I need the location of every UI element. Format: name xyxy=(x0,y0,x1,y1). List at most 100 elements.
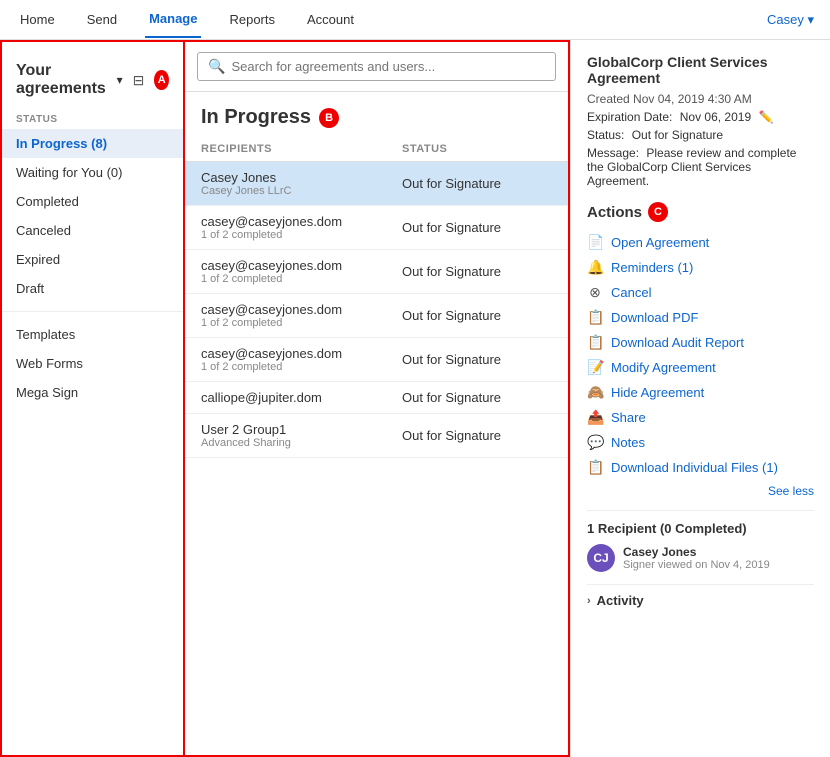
download-pdf-icon: 📋 xyxy=(587,309,603,326)
row-status: Out for Signature xyxy=(402,220,552,235)
right-panel: GlobalCorp Client Services Agreement Cre… xyxy=(570,40,830,757)
recipient-sub: Casey Jones LLrC xyxy=(201,185,402,197)
chevron-right-icon: › xyxy=(587,595,591,607)
recipient-name: casey@caseyjones.dom xyxy=(201,302,402,317)
table-row[interactable]: Casey Jones Casey Jones LLrC Out for Sig… xyxy=(185,162,568,206)
actions-title: Actions xyxy=(587,204,642,221)
user-menu[interactable]: Casey ▾ xyxy=(767,12,814,28)
main-container: Your agreements ▾ ⊟ A STATUS In Progress… xyxy=(0,40,830,757)
action-download-pdf[interactable]: 📋 Download PDF xyxy=(587,305,814,330)
reminders-icon: 🔔 xyxy=(587,259,603,276)
sidebar-item-waiting[interactable]: Waiting for You (0) xyxy=(2,158,183,187)
row-status: Out for Signature xyxy=(402,390,552,405)
search-input[interactable] xyxy=(231,59,545,74)
hide-agreement-icon: 🙈 xyxy=(587,384,603,401)
in-progress-title: In Progress xyxy=(201,106,311,129)
recipient-info: casey@caseyjones.dom 1 of 2 completed xyxy=(201,258,402,285)
notes-icon: 💬 xyxy=(587,434,603,451)
action-open-agreement[interactable]: 📄 Open Agreement xyxy=(587,230,814,255)
action-notes-label: Notes xyxy=(611,435,645,450)
sidebar-item-expired[interactable]: Expired xyxy=(2,245,183,274)
activity-header[interactable]: › Activity xyxy=(587,593,814,608)
status-meta: Status: Out for Signature xyxy=(587,128,814,142)
expiration-label: Expiration Date: xyxy=(587,110,672,124)
share-icon: 📤 xyxy=(587,409,603,426)
col-status-label: STATUS xyxy=(402,143,552,155)
filter-icon[interactable]: ⊟ xyxy=(133,72,145,89)
sidebar-item-in-progress[interactable]: In Progress (8) xyxy=(2,129,183,158)
sidebar-item-draft[interactable]: Draft xyxy=(2,274,183,303)
recipient-sub: 1 of 2 completed xyxy=(201,273,402,285)
nav-manage[interactable]: Manage xyxy=(145,1,201,38)
recipients-header: RECIPIENTS STATUS xyxy=(185,139,568,162)
nav-account[interactable]: Account xyxy=(303,2,358,37)
status-value: Out for Signature xyxy=(632,128,723,142)
modify-agreement-icon: 📝 xyxy=(587,359,603,376)
action-reminders[interactable]: 🔔 Reminders (1) xyxy=(587,255,814,280)
badge-c: C xyxy=(648,202,668,222)
sidebar-divider xyxy=(2,311,183,312)
action-cancel-label: Cancel xyxy=(611,285,651,300)
sidebar-item-web-forms[interactable]: Web Forms xyxy=(2,349,183,378)
action-download-individual[interactable]: 📋 Download Individual Files (1) xyxy=(587,455,814,480)
status-label: STATUS xyxy=(2,110,183,129)
sidebar-item-mega-sign[interactable]: Mega Sign xyxy=(2,378,183,407)
activity-section: › Activity xyxy=(587,584,814,608)
table-row[interactable]: casey@caseyjones.dom 1 of 2 completed Ou… xyxy=(185,250,568,294)
action-hide-agreement-label: Hide Agreement xyxy=(611,385,704,400)
table-row[interactable]: calliope@jupiter.dom Out for Signature xyxy=(185,382,568,414)
row-status: Out for Signature xyxy=(402,308,552,323)
nav-home[interactable]: Home xyxy=(16,2,59,37)
recipient-detail: Casey Jones Signer viewed on Nov 4, 2019 xyxy=(623,545,770,571)
table-row[interactable]: casey@caseyjones.dom 1 of 2 completed Ou… xyxy=(185,206,568,250)
nav-links: Home Send Manage Reports Account xyxy=(16,1,358,38)
table-row[interactable]: casey@caseyjones.dom 1 of 2 completed Ou… xyxy=(185,294,568,338)
sidebar-item-completed[interactable]: Completed xyxy=(2,187,183,216)
action-download-individual-label: Download Individual Files (1) xyxy=(611,460,778,475)
action-modify-agreement[interactable]: 📝 Modify Agreement xyxy=(587,355,814,380)
action-share-label: Share xyxy=(611,410,646,425)
action-notes[interactable]: 💬 Notes xyxy=(587,430,814,455)
expiration-value: Nov 06, 2019 xyxy=(680,110,751,124)
action-hide-agreement[interactable]: 🙈 Hide Agreement xyxy=(587,380,814,405)
row-status: Out for Signature xyxy=(402,264,552,279)
activity-label: Activity xyxy=(597,593,644,608)
dropdown-icon[interactable]: ▾ xyxy=(117,73,123,87)
badge-b: B xyxy=(319,108,339,128)
table-row[interactable]: casey@caseyjones.dom 1 of 2 completed Ou… xyxy=(185,338,568,382)
action-share[interactable]: 📤 Share xyxy=(587,405,814,430)
table-row[interactable]: User 2 Group1 Advanced Sharing Out for S… xyxy=(185,414,568,458)
action-download-audit[interactable]: 📋 Download Audit Report xyxy=(587,330,814,355)
search-bar[interactable]: 🔍 xyxy=(197,52,556,81)
search-bar-row: 🔍 xyxy=(185,42,568,92)
recipient-name: Casey Jones xyxy=(201,170,402,185)
recipient-info: casey@caseyjones.dom 1 of 2 completed xyxy=(201,214,402,241)
recipient-sub: Advanced Sharing xyxy=(201,437,402,449)
search-icon: 🔍 xyxy=(208,58,225,75)
action-download-audit-label: Download Audit Report xyxy=(611,335,744,350)
row-status: Out for Signature xyxy=(402,352,552,367)
action-cancel[interactable]: ⊗ Cancel xyxy=(587,280,814,305)
in-progress-panel: In Progress B RECIPIENTS STATUS Casey Jo… xyxy=(185,92,568,755)
edit-icon[interactable]: ✏️ xyxy=(758,110,773,124)
agreement-title: GlobalCorp Client Services Agreement xyxy=(587,54,814,86)
download-individual-icon: 📋 xyxy=(587,459,603,476)
message-meta: Message: Please review and complete the … xyxy=(587,146,814,188)
recipient-name: User 2 Group1 xyxy=(201,422,402,437)
message-label: Message: xyxy=(587,146,639,160)
sidebar-item-templates[interactable]: Templates xyxy=(2,320,183,349)
recipient-count: 1 Recipient (0 Completed) xyxy=(587,521,814,536)
recipient-date: Signer viewed on Nov 4, 2019 xyxy=(623,559,770,571)
center-panel: 🔍 In Progress B RECIPIENTS STATUS Casey … xyxy=(185,40,570,757)
sidebar-title: Your agreements xyxy=(16,62,111,98)
in-progress-header: In Progress B xyxy=(185,92,568,139)
recipient-sub: 1 of 2 completed xyxy=(201,229,402,241)
nav-send[interactable]: Send xyxy=(83,2,121,37)
sidebar-item-canceled[interactable]: Canceled xyxy=(2,216,183,245)
recipient-info: User 2 Group1 Advanced Sharing xyxy=(201,422,402,449)
action-open-agreement-label: Open Agreement xyxy=(611,235,709,250)
action-modify-agreement-label: Modify Agreement xyxy=(611,360,716,375)
recipient-name: casey@caseyjones.dom xyxy=(201,346,402,361)
see-less-link[interactable]: See less xyxy=(587,484,814,498)
nav-reports[interactable]: Reports xyxy=(225,2,279,37)
